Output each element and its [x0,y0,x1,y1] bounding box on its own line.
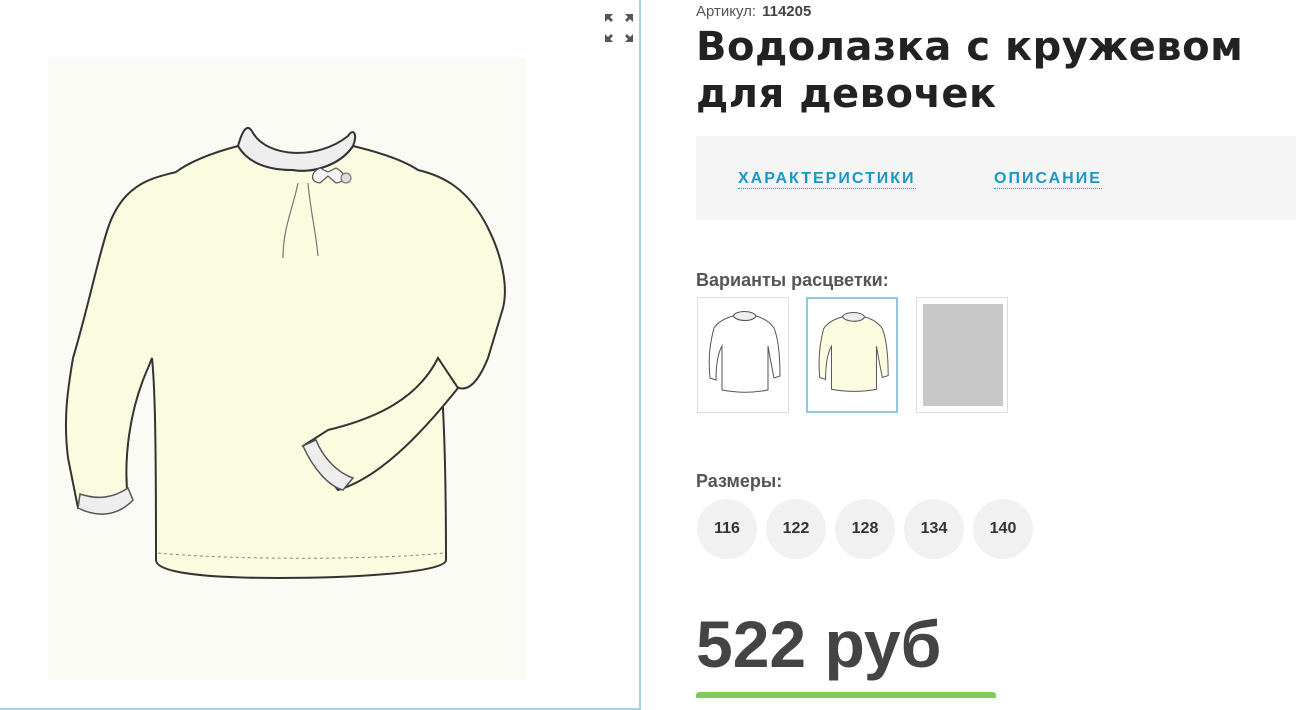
buy-button[interactable] [696,692,996,698]
product-gallery [0,0,641,710]
size-option-116[interactable]: 116 [697,499,757,559]
size-option-140[interactable]: 140 [973,499,1033,559]
product-image[interactable] [48,58,526,680]
sku-label: Артикул: [696,3,757,20]
sizes-label: Размеры: [696,471,783,491]
product-price: 522 руб [696,607,942,681]
size-option-122[interactable]: 122 [766,499,826,559]
product-title: Водолазка с кружевом для девочек [696,24,1244,117]
color-variants-label: Варианты расцветки: [696,270,889,290]
color-swatch-grey[interactable] [916,297,1008,413]
swatch-thumbnail [923,304,1003,406]
sku-line: Артикул: 114205 [696,3,811,20]
swatch-thumbnail [708,311,781,393]
color-swatch-white[interactable] [697,297,789,413]
swatch-thumbnail [818,311,889,392]
tab-characteristics[interactable]: ХАРАКТЕРИСТИКИ [738,170,916,189]
size-option-134[interactable]: 134 [904,499,964,559]
tab-description[interactable]: ОПИСАНИЕ [994,170,1102,189]
size-option-128[interactable]: 128 [835,499,895,559]
color-swatch-cream[interactable] [806,297,898,413]
fullscreen-icon[interactable] [603,12,635,44]
tabs-bar: ХАРАКТЕРИСТИКИ ОПИСАНИЕ [696,136,1296,220]
sku-value: 114205 [762,3,812,20]
